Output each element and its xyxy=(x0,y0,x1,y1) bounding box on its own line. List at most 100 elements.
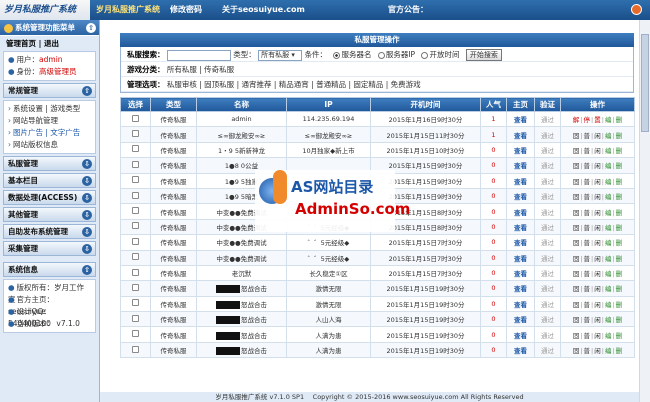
edit-link[interactable]: 编 xyxy=(605,285,612,293)
expand-icon[interactable]: ⇩ xyxy=(82,175,92,186)
idle-link[interactable]: 闲 xyxy=(594,332,601,340)
edit-link[interactable]: 编 xyxy=(605,332,612,340)
radio-server-name[interactable] xyxy=(333,51,341,59)
nav-about-link[interactable]: 关于seosuiyue.com xyxy=(222,0,305,20)
view-link[interactable]: 查看 xyxy=(514,147,527,155)
delete-link[interactable]: 删 xyxy=(616,255,623,263)
normal-link[interactable]: 普 xyxy=(584,193,591,201)
idle-link[interactable]: 闲 xyxy=(594,178,601,186)
pin-link[interactable]: 置 xyxy=(594,116,601,124)
delete-link[interactable]: 删 xyxy=(616,224,623,232)
idle-link[interactable]: 闲 xyxy=(594,162,601,170)
edit-link[interactable]: 编 xyxy=(605,147,612,155)
idle-link[interactable]: 闲 xyxy=(594,270,601,278)
delete-link[interactable]: 删 xyxy=(616,270,623,278)
section-data[interactable]: 数据处理(ACCESS) ⇩ xyxy=(3,190,96,205)
fix-link[interactable]: 固 xyxy=(573,270,580,278)
fix-link[interactable]: 固 xyxy=(573,285,580,293)
delete-link[interactable]: 删 xyxy=(616,316,623,324)
row-checkbox[interactable] xyxy=(132,253,139,261)
fix-link[interactable]: 固 xyxy=(573,316,580,324)
nav-change-password-link[interactable]: 修改密码 xyxy=(170,0,202,20)
view-link[interactable]: 查看 xyxy=(514,255,527,263)
row-checkbox[interactable] xyxy=(132,176,139,184)
delete-link[interactable]: 删 xyxy=(616,116,623,124)
row-checkbox[interactable] xyxy=(132,237,139,245)
edit-link[interactable]: 编 xyxy=(605,116,612,124)
delete-link[interactable]: 删 xyxy=(616,301,623,309)
expand-icon[interactable]: ⇩ xyxy=(82,158,92,169)
vertical-scrollbar[interactable] xyxy=(639,20,650,402)
fix-link[interactable]: 固 xyxy=(573,209,580,217)
edit-link[interactable]: 编 xyxy=(605,162,612,170)
edit-link[interactable]: 编 xyxy=(605,193,612,201)
delete-link[interactable]: 删 xyxy=(616,209,623,217)
stop-link[interactable]: 停 xyxy=(584,116,591,124)
routine-item[interactable]: 网站版权信息 xyxy=(13,140,58,149)
normal-link[interactable]: 普 xyxy=(584,178,591,186)
delete-link[interactable]: 删 xyxy=(616,347,623,355)
idle-link[interactable]: 闲 xyxy=(594,301,601,309)
normal-link[interactable]: 普 xyxy=(584,316,591,324)
idle-link[interactable]: 闲 xyxy=(594,193,601,201)
section-sysinfo[interactable]: 系统信息 ⇧ xyxy=(3,262,96,277)
idle-link[interactable]: 闲 xyxy=(594,209,601,217)
edit-link[interactable]: 编 xyxy=(605,255,612,263)
delete-link[interactable]: 删 xyxy=(616,147,623,155)
section-other[interactable]: 其他管理 ⇩ xyxy=(3,207,96,222)
search-button[interactable]: 开始搜索 xyxy=(465,49,502,61)
idle-link[interactable]: 闲 xyxy=(594,255,601,263)
edit-link[interactable]: 编 xyxy=(605,178,612,186)
fix-link[interactable]: 固 xyxy=(573,332,580,340)
delete-link[interactable]: 删 xyxy=(616,162,623,170)
normal-link[interactable]: 普 xyxy=(584,132,591,140)
section-pserver[interactable]: 私服管理 ⇩ xyxy=(3,156,96,171)
delete-link[interactable]: 删 xyxy=(616,178,623,186)
row-checkbox[interactable] xyxy=(132,160,139,168)
exit-icon[interactable] xyxy=(631,4,642,15)
section-routine[interactable]: 常规管理 ⇧ xyxy=(3,83,96,98)
collapse-icon[interactable]: ⇧ xyxy=(82,85,92,96)
radio-server-ip[interactable] xyxy=(377,51,385,59)
row-checkbox[interactable] xyxy=(132,283,139,291)
routine-item[interactable]: 网站导航管理 xyxy=(13,116,58,125)
nav-home-link[interactable]: 岁月私服推广系统 xyxy=(96,0,160,20)
edit-link[interactable]: 编 xyxy=(605,132,612,140)
view-link[interactable]: 查看 xyxy=(514,347,527,355)
section-collect[interactable]: 采集管理 ⇩ xyxy=(3,241,96,256)
row-checkbox[interactable] xyxy=(132,130,139,138)
expand-icon[interactable]: ⇩ xyxy=(82,209,92,220)
view-link[interactable]: 查看 xyxy=(514,224,527,232)
idle-link[interactable]: 闲 xyxy=(594,224,601,232)
row-checkbox[interactable] xyxy=(132,145,139,153)
fix-link[interactable]: 固 xyxy=(573,239,580,247)
idle-link[interactable]: 闲 xyxy=(594,316,601,324)
type-select[interactable]: 所有私服 ▾ xyxy=(258,49,303,61)
delete-link[interactable]: 删 xyxy=(616,239,623,247)
view-link[interactable]: 查看 xyxy=(514,285,527,293)
idle-link[interactable]: 闲 xyxy=(594,285,601,293)
idle-link[interactable]: 闲 xyxy=(594,147,601,155)
section-basic[interactable]: 基本栏目 ⇩ xyxy=(3,173,96,188)
view-link[interactable]: 查看 xyxy=(514,239,527,247)
fix-link[interactable]: 固 xyxy=(573,224,580,232)
row-checkbox[interactable] xyxy=(132,299,139,307)
row-checkbox[interactable] xyxy=(132,314,139,322)
fix-link[interactable]: 固 xyxy=(573,193,580,201)
unlock-link[interactable]: 解 xyxy=(573,116,580,124)
search-input[interactable] xyxy=(166,49,231,61)
idle-link[interactable]: 闲 xyxy=(594,132,601,140)
routine-item[interactable]: 图片广告 | 文字广告 xyxy=(13,128,80,137)
normal-link[interactable]: 普 xyxy=(584,224,591,232)
row-checkbox[interactable] xyxy=(132,345,139,353)
fix-link[interactable]: 固 xyxy=(573,347,580,355)
delete-link[interactable]: 删 xyxy=(616,193,623,201)
fix-link[interactable]: 固 xyxy=(573,255,580,263)
view-link[interactable]: 查看 xyxy=(514,209,527,217)
section-auto[interactable]: 自助发布系统管理 ⇩ xyxy=(3,224,96,239)
fix-link[interactable]: 固 xyxy=(573,147,580,155)
collapse-icon[interactable]: ⇧ xyxy=(82,264,92,275)
edit-link[interactable]: 编 xyxy=(605,316,612,324)
view-link[interactable]: 查看 xyxy=(514,162,527,170)
expand-icon[interactable]: ⇩ xyxy=(82,226,92,237)
